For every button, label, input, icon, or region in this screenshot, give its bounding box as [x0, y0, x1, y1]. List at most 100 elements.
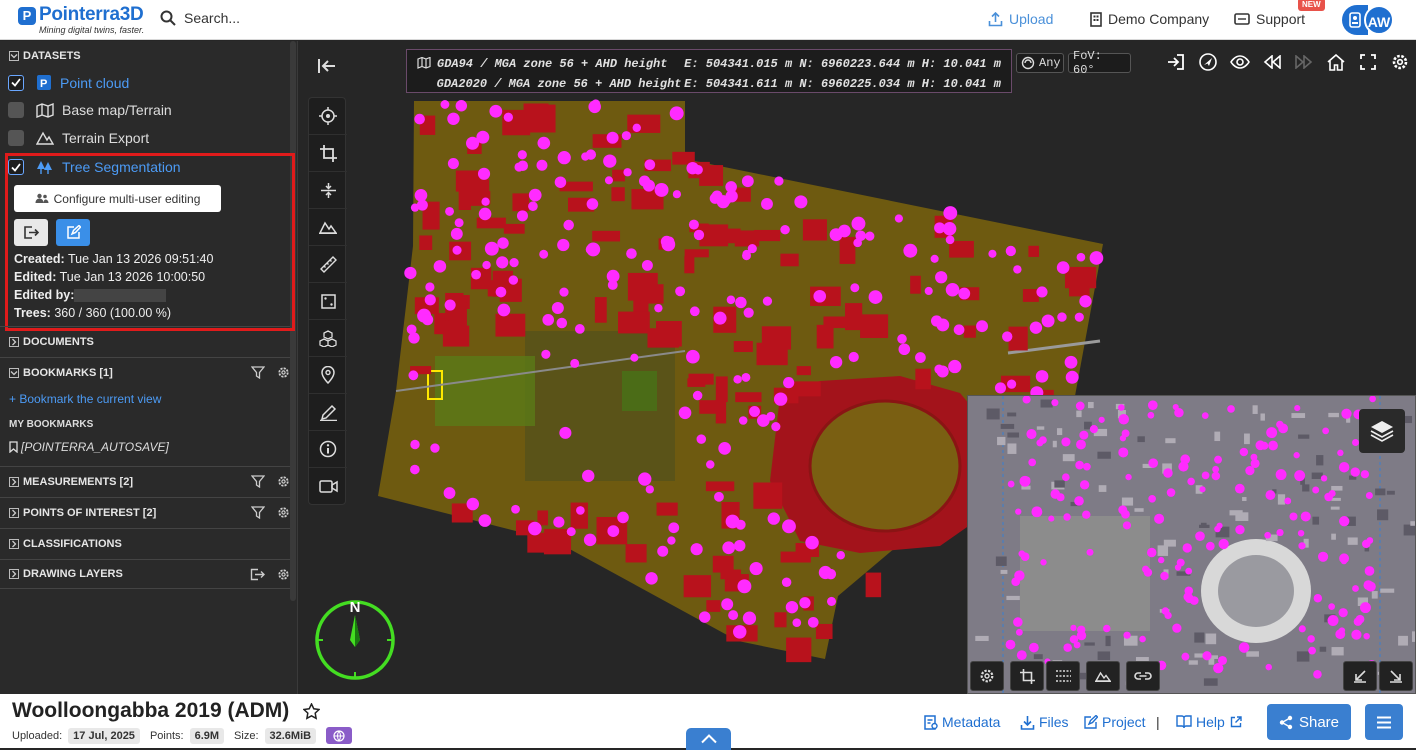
tree-segment[interactable]	[771, 422, 780, 431]
tree-segment[interactable]	[850, 283, 859, 292]
tree-segment[interactable]	[869, 290, 883, 304]
tree-segment[interactable]	[633, 124, 641, 132]
expand-panel-tab[interactable]	[686, 728, 731, 750]
tree-segment[interactable]	[467, 498, 479, 510]
tree-segment[interactable]	[895, 214, 903, 222]
tree-segment[interactable]	[761, 198, 773, 210]
visibility-button[interactable]	[1224, 51, 1256, 73]
enter-view-button[interactable]	[1160, 51, 1192, 73]
tree-segment[interactable]	[575, 324, 585, 334]
tree-segment[interactable]	[517, 210, 528, 221]
minimap-satellite[interactable]	[968, 396, 1416, 694]
crop-tool[interactable]	[309, 135, 347, 172]
tree-segment[interactable]	[667, 536, 675, 544]
support-link[interactable]: Support	[1234, 11, 1305, 27]
tree-segment[interactable]	[497, 237, 508, 248]
tree-segment[interactable]	[786, 601, 798, 613]
tree-segment[interactable]	[722, 541, 735, 554]
edit-button[interactable]	[56, 219, 90, 246]
tree-segment[interactable]	[936, 319, 949, 332]
tree-segment[interactable]	[865, 232, 874, 241]
export-button[interactable]	[14, 219, 48, 246]
export-icon[interactable]	[250, 568, 265, 581]
gear-icon[interactable]	[277, 506, 290, 519]
measurements-header[interactable]: MEASUREMENTS [2]	[0, 466, 290, 496]
tree-segment[interactable]	[410, 440, 419, 449]
tree-segment[interactable]	[673, 190, 681, 198]
locate-tool[interactable]	[309, 98, 347, 135]
tree-segment[interactable]	[744, 308, 754, 318]
tree-segment[interactable]	[699, 611, 710, 622]
tree-segment[interactable]	[697, 434, 707, 444]
dataset-terrain-export[interactable]: Terrain Export	[8, 130, 149, 146]
tree-segment[interactable]	[415, 189, 428, 202]
main-menu-button[interactable]	[1365, 704, 1403, 740]
checkbox-point-cloud[interactable]	[8, 75, 24, 91]
3d-viewport[interactable]: GDA94 / MGA zone 56 + AHD height E: 5043…	[300, 41, 1416, 694]
tree-segment[interactable]	[646, 485, 654, 493]
tree-segment[interactable]	[686, 162, 698, 174]
tree-segment[interactable]	[489, 105, 502, 118]
app-logo[interactable]: P Pointerra3D Mining digital twins, fast…	[18, 5, 143, 25]
tree-segment[interactable]	[654, 304, 662, 312]
tree-segment[interactable]	[946, 235, 955, 244]
tree-segment[interactable]	[504, 113, 513, 122]
tree-segment[interactable]	[935, 271, 947, 283]
tree-segment[interactable]	[445, 207, 454, 216]
tree-segment[interactable]	[728, 610, 738, 620]
tree-segment[interactable]	[946, 283, 960, 297]
viewer-settings-button[interactable]	[1384, 51, 1416, 73]
search-box[interactable]	[160, 10, 384, 26]
section-tool[interactable]	[309, 172, 347, 209]
tree-segment[interactable]	[903, 244, 917, 258]
tree-segment[interactable]	[607, 525, 619, 537]
tree-segment[interactable]	[1077, 253, 1086, 262]
gear-icon[interactable]	[277, 366, 290, 379]
fast-forward-button[interactable]	[1288, 51, 1320, 73]
tree-segment[interactable]	[408, 332, 419, 343]
tree-segment[interactable]	[518, 150, 527, 159]
tree-segment[interactable]	[607, 132, 619, 144]
tree-segment[interactable]	[1042, 314, 1055, 327]
tree-segment[interactable]	[552, 302, 564, 314]
tree-segment[interactable]	[718, 442, 731, 455]
info-tool[interactable]	[309, 431, 347, 468]
tree-segment[interactable]	[670, 106, 684, 120]
filter-icon[interactable]	[251, 506, 265, 519]
tree-segment[interactable]	[805, 536, 818, 549]
tree-segment[interactable]	[478, 168, 490, 180]
configure-multi-user-button[interactable]: Configure multi-user editing	[14, 185, 221, 212]
tree-segment[interactable]	[570, 359, 579, 368]
tree-segment[interactable]	[782, 519, 796, 533]
tree-segment[interactable]	[925, 287, 933, 295]
tree-segment[interactable]	[605, 176, 613, 184]
datasets-header[interactable]: DATASETS	[0, 41, 290, 71]
tree-segment[interactable]	[481, 198, 489, 206]
tree-segment[interactable]	[714, 312, 727, 325]
minimap-terrain-button[interactable]	[1086, 661, 1120, 691]
tree-segment[interactable]	[668, 522, 679, 533]
tree-segment[interactable]	[706, 460, 714, 468]
tree-segment[interactable]	[943, 222, 956, 235]
tree-segment[interactable]	[509, 275, 518, 284]
minimap-shrink-button[interactable]	[1343, 661, 1377, 691]
bookmarks-header[interactable]: BOOKMARKS [1]	[0, 357, 290, 387]
points-of-interest-header[interactable]: POINTS OF INTEREST [2]	[0, 497, 290, 527]
layers-button[interactable]	[1359, 409, 1405, 453]
tree-segment[interactable]	[645, 572, 657, 584]
tree-segment[interactable]	[693, 391, 702, 400]
collapse-sidebar-button[interactable]	[318, 59, 336, 73]
project-link[interactable]: Project	[1083, 714, 1146, 730]
tree-segment[interactable]	[958, 288, 970, 300]
tree-segment[interactable]	[430, 443, 439, 452]
tree-segment[interactable]	[1013, 265, 1021, 273]
tree-segment[interactable]	[497, 304, 510, 317]
tree-segment[interactable]	[557, 239, 569, 251]
tree-segment[interactable]	[586, 149, 596, 159]
tree-segment[interactable]	[774, 392, 787, 405]
tree-segment[interactable]	[763, 297, 772, 306]
tree-segment[interactable]	[617, 512, 629, 524]
tree-segment[interactable]	[897, 334, 907, 344]
dataset-point-cloud[interactable]: P Point cloud	[8, 74, 129, 91]
share-button[interactable]: Share	[1267, 704, 1351, 740]
